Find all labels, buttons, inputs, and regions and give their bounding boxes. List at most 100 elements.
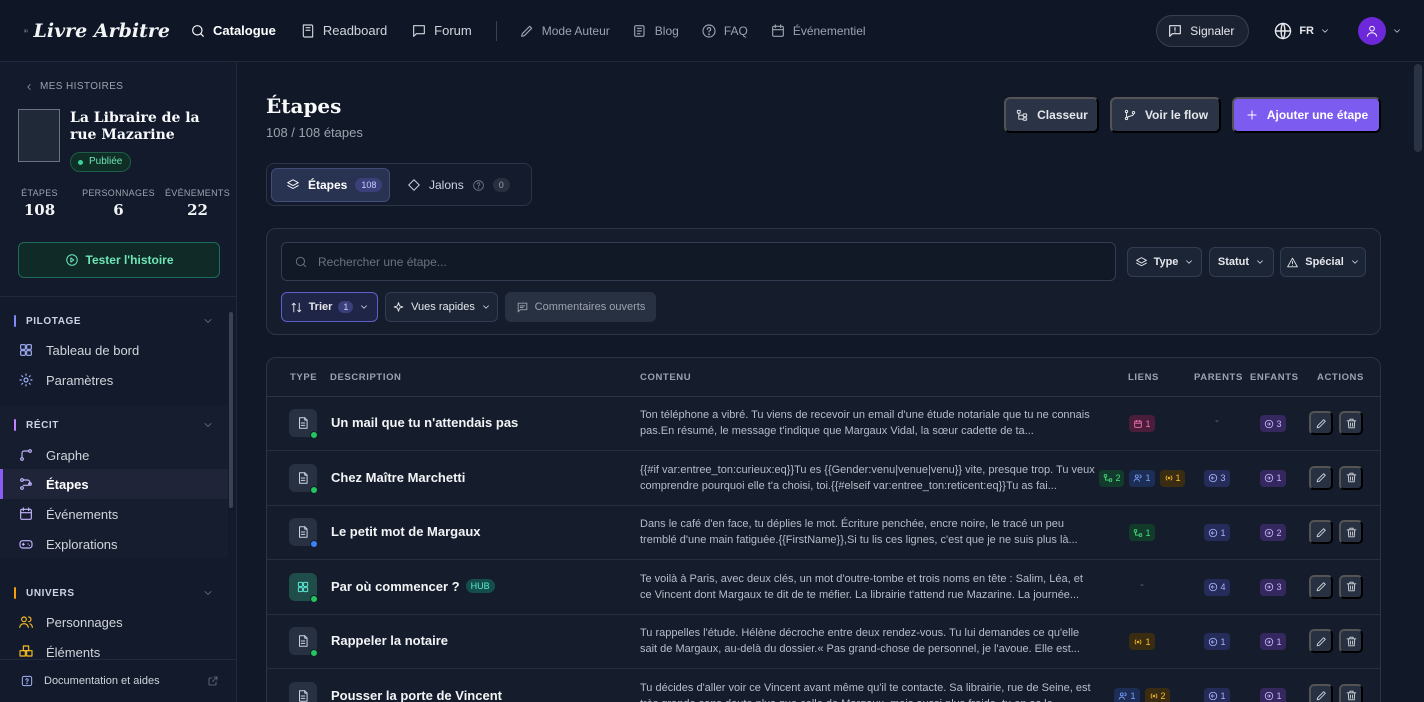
user-menu[interactable] xyxy=(1330,16,1402,45)
table-row[interactable]: Un mail que tu n'attendais pas Ton téléph… xyxy=(267,397,1380,451)
open-comments-button[interactable]: Commentaires ouverts xyxy=(505,292,656,322)
link-chip[interactable]: 1 xyxy=(1159,469,1185,487)
language-label: FR xyxy=(1299,24,1314,37)
classeur-button[interactable]: Classeur xyxy=(1004,97,1099,133)
link-chip[interactable]: 1 xyxy=(1129,469,1155,487)
search-input[interactable] xyxy=(318,254,1098,269)
delete-step-button[interactable] xyxy=(1339,411,1363,435)
help-icon[interactable] xyxy=(472,179,485,192)
sidebar-item-parametres[interactable]: Paramètres xyxy=(0,365,228,395)
scrollbar-thumb[interactable] xyxy=(1414,64,1422,152)
type-filter-label: Type xyxy=(1153,256,1179,268)
edit-step-button[interactable] xyxy=(1309,683,1333,702)
layers-icon xyxy=(1135,256,1147,266)
brand-logo[interactable]: Livre Arbitre xyxy=(24,20,170,42)
nav-forum[interactable]: Forum xyxy=(411,23,472,39)
link-chip[interactable]: 1 xyxy=(1129,633,1155,650)
nav-readboard[interactable]: Readboard xyxy=(300,23,387,39)
edit-step-button[interactable] xyxy=(1309,520,1333,544)
sidebar-item-tableau-de-bord[interactable]: Tableau de bord xyxy=(0,335,228,365)
link-chip[interactable]: 1 xyxy=(1129,524,1155,541)
edit-step-button[interactable] xyxy=(1309,574,1333,599)
report-button[interactable]: Signaler xyxy=(1156,14,1250,47)
column-header-children[interactable]: ENFANTS xyxy=(1250,372,1299,383)
table-row[interactable]: Pousser la porte de Vincent Tu décides d'… xyxy=(267,670,1380,702)
link-count: 1 xyxy=(1145,527,1151,538)
nav-evenementiel[interactable]: Événementiel xyxy=(770,23,866,39)
table-row[interactable]: Le petit mot de Margaux Dans le café d'en… xyxy=(267,506,1380,560)
parents-chip[interactable]: 4 xyxy=(1204,578,1230,596)
search-box[interactable] xyxy=(281,242,1116,281)
document-icon xyxy=(299,526,308,538)
table-row[interactable]: Chez Maître Marchetti {{#if var:entree_to… xyxy=(267,452,1380,506)
column-header-links[interactable]: LIENS xyxy=(1128,372,1159,383)
link-chip[interactable]: 2 xyxy=(1144,687,1170,702)
link-chip[interactable]: 1 xyxy=(1129,415,1155,432)
sidebar-item-etapes[interactable]: Étapes xyxy=(0,469,228,499)
nav-blog[interactable]: Blog xyxy=(632,23,679,39)
parents-chip[interactable]: 3 xyxy=(1204,469,1230,487)
quick-views-button[interactable]: Vues rapides xyxy=(385,292,498,322)
delete-step-button[interactable] xyxy=(1339,629,1363,653)
nav-catalogue[interactable]: Catalogue xyxy=(190,23,276,39)
test-story-button[interactable]: Tester l'histoire xyxy=(18,242,220,278)
step-title[interactable]: Le petit mot de Margaux xyxy=(331,524,481,539)
nav-mode-auteur[interactable]: Mode Auteur xyxy=(519,23,610,39)
section-univers-header[interactable]: UNIVERS xyxy=(14,585,214,601)
step-title[interactable]: Par où commencer ? HUB xyxy=(331,578,495,594)
children-chip[interactable]: 1 xyxy=(1260,687,1286,702)
column-header-type[interactable]: TYPE xyxy=(290,372,317,383)
column-header-parents[interactable]: PARENTS xyxy=(1194,372,1243,383)
column-header-content[interactable]: CONTENU xyxy=(640,372,691,383)
sidebar-item-personnages[interactable]: Personnages xyxy=(0,607,228,637)
page-title: Étapes xyxy=(266,94,342,118)
column-header-description[interactable]: DESCRIPTION xyxy=(330,372,402,383)
table-row[interactable]: Rappeler la notaire Tu rappelles l'étude.… xyxy=(267,615,1380,669)
nav-faq[interactable]: FAQ xyxy=(701,23,748,39)
delete-step-button[interactable] xyxy=(1339,520,1363,544)
parents-chip[interactable]: 1 xyxy=(1204,524,1230,541)
type-filter-button[interactable]: Type xyxy=(1127,247,1202,277)
sidebar-item-graphe[interactable]: Graphe xyxy=(0,440,228,470)
arrow-right-circle-icon xyxy=(1265,473,1274,483)
language-selector[interactable]: FR xyxy=(1273,21,1330,41)
table-row[interactable]: Par où commencer ? HUB Te voilà à Paris, a… xyxy=(267,561,1380,615)
back-to-stories-link[interactable]: MES HISTOIRES xyxy=(24,81,123,92)
avatar[interactable] xyxy=(1358,16,1386,45)
section-pilotage-header[interactable]: PILOTAGE xyxy=(14,313,214,329)
step-title[interactable]: Un mail que tu n'attendais pas xyxy=(331,415,518,430)
documentation-link[interactable]: Documentation et aides xyxy=(0,659,237,702)
edit-step-button[interactable] xyxy=(1309,411,1333,435)
children-chip[interactable]: 2 xyxy=(1260,524,1286,541)
children-chip[interactable]: 3 xyxy=(1260,415,1286,432)
step-title[interactable]: Chez Maître Marchetti xyxy=(331,470,465,485)
edit-step-button[interactable] xyxy=(1309,465,1333,490)
section-recit-header[interactable]: RÉCIT xyxy=(14,417,214,433)
sidebar-item-explorations[interactable]: Explorations xyxy=(0,529,228,559)
delete-step-button[interactable] xyxy=(1339,574,1363,599)
delete-step-button[interactable] xyxy=(1339,465,1363,490)
status-filter-button[interactable]: Statut xyxy=(1209,247,1274,277)
page-scrollbar[interactable] xyxy=(1412,62,1424,702)
sidebar-item-elements[interactable]: Éléments xyxy=(0,637,228,657)
step-title[interactable]: Pousser la porte de Vincent xyxy=(331,688,502,702)
parents-chip[interactable]: 1 xyxy=(1204,633,1230,650)
children-chip[interactable]: 3 xyxy=(1260,578,1286,596)
sort-button[interactable]: Trier 1 xyxy=(281,292,378,322)
edit-step-button[interactable] xyxy=(1309,629,1333,653)
link-chip[interactable]: 1 xyxy=(1114,687,1140,702)
add-step-button[interactable]: Ajouter une étape xyxy=(1232,97,1381,133)
sidebar-scrollbar[interactable] xyxy=(229,312,233,508)
children-chip[interactable]: 1 xyxy=(1260,469,1286,487)
children-chip[interactable]: 1 xyxy=(1260,633,1286,650)
sidebar-item-evenements[interactable]: Événements xyxy=(0,499,228,529)
link-chip[interactable]: 2 xyxy=(1099,469,1125,487)
view-flow-button[interactable]: Voir le flow xyxy=(1110,97,1221,133)
delete-step-button[interactable] xyxy=(1339,683,1363,702)
tab-etapes[interactable]: Étapes 108 xyxy=(271,168,390,202)
special-filter-button[interactable]: Spécial xyxy=(1280,247,1366,277)
step-title-text: Chez Maître Marchetti xyxy=(331,469,466,485)
parents-chip[interactable]: 1 xyxy=(1204,687,1230,702)
tab-jalons[interactable]: Jalons 0 xyxy=(407,168,510,202)
step-title[interactable]: Rappeler la notaire xyxy=(331,633,448,648)
